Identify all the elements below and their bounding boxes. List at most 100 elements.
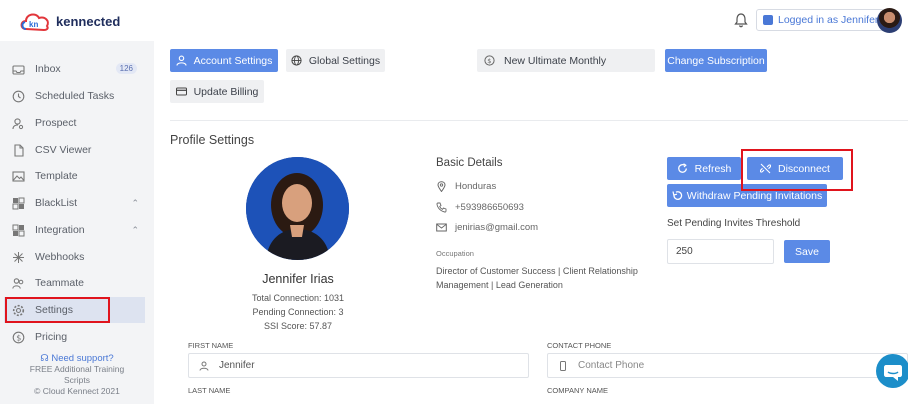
- change-subscription-button[interactable]: Change Subscription: [665, 49, 767, 72]
- sidebar-item-template[interactable]: Template: [4, 163, 145, 189]
- sidebar-item-csv-viewer[interactable]: CSV Viewer: [4, 137, 145, 163]
- global-settings-button[interactable]: Global Settings: [286, 49, 385, 72]
- phone-text: +593986650693: [455, 202, 524, 213]
- logged-in-button[interactable]: Logged in as Jennifer: [756, 9, 886, 31]
- kennected-logo[interactable]: kn kennected: [18, 9, 120, 33]
- sidebar-item-label: Inbox: [35, 63, 61, 75]
- sidebar-item-pricing[interactable]: $ Pricing: [4, 324, 145, 350]
- credit-card-icon: [175, 87, 187, 96]
- sidebar-item-label: Scheduled Tasks: [35, 90, 115, 102]
- chevron-up-icon: ⌃: [131, 198, 139, 208]
- occupation-label: Occupation: [436, 249, 474, 258]
- sidebar-item-label: BlackList: [35, 197, 78, 209]
- cloud-logo-icon: kn: [20, 13, 49, 32]
- blacklist-icon: [12, 197, 25, 209]
- profile-portrait-icon: [246, 157, 349, 260]
- need-support-link[interactable]: ☊ Need support?: [0, 353, 154, 364]
- sidebar-item-label: Pricing: [35, 331, 68, 343]
- sidebar-item-blacklist[interactable]: BlackList ⌃: [4, 190, 145, 216]
- support-block: ☊ Need support? FREE Additional Training…: [0, 353, 154, 397]
- sidebar-item-inbox[interactable]: Inbox 126: [4, 56, 145, 82]
- copyright: © Cloud Kennect 2021: [34, 386, 120, 396]
- svg-text:$: $: [16, 333, 21, 342]
- profile-name: Jennifer Irias: [262, 272, 334, 286]
- location-row: Honduras: [436, 181, 496, 192]
- refresh-button[interactable]: Refresh: [667, 157, 741, 180]
- sidebar: Inbox 126 Scheduled Tasks Prospect CSV V…: [0, 41, 154, 404]
- chevron-up-icon: ⌃: [131, 225, 139, 235]
- bell-icon[interactable]: [734, 12, 748, 28]
- account-settings-button[interactable]: Account Settings: [170, 49, 278, 72]
- layers-icon: [12, 224, 25, 236]
- email-text: jenirias@gmail.com: [455, 222, 539, 233]
- withdraw-label: Withdraw Pending Invitations: [686, 189, 823, 202]
- sidebar-item-teammate[interactable]: Teammate: [4, 270, 145, 296]
- sidebar-item-integration[interactable]: Integration ⌃: [4, 217, 145, 243]
- company-name-label: COMPANY NAME: [547, 386, 608, 395]
- save-label: Save: [795, 245, 819, 258]
- sidebar-item-scheduled-tasks[interactable]: Scheduled Tasks: [4, 83, 145, 109]
- phone-icon: [436, 202, 447, 213]
- basic-details-title: Basic Details: [436, 157, 503, 169]
- linkedin-icon: [763, 15, 773, 25]
- subscription-plan-field: $ New Ultimate Monthly: [477, 49, 655, 72]
- change-subscription-label: Change Subscription: [667, 54, 765, 67]
- envelope-icon: [436, 223, 447, 232]
- sidebar-item-prospect[interactable]: Prospect: [4, 110, 145, 136]
- coin-icon: $: [484, 55, 495, 66]
- file-icon: [14, 143, 24, 157]
- update-billing-label: Update Billing: [193, 85, 259, 98]
- contact-phone-placeholder: Contact Phone: [578, 360, 645, 371]
- contact-phone-field[interactable]: Contact Phone: [547, 353, 908, 378]
- contact-phone-label: CONTACT PHONE: [547, 341, 612, 350]
- first-name-field[interactable]: Jennifer: [188, 353, 529, 378]
- sidebar-item-label: Integration: [35, 224, 85, 236]
- occupation-text: Director of Customer Success | Client Re…: [436, 266, 638, 290]
- user-icon: [199, 361, 209, 371]
- image-icon: [12, 170, 25, 182]
- sidebar-item-label: Template: [35, 170, 78, 182]
- training-line-2[interactable]: Scripts: [0, 375, 154, 386]
- avatar[interactable]: [877, 8, 902, 33]
- sidebar-item-label: Webhooks: [35, 251, 85, 263]
- user-icon: [176, 55, 187, 66]
- location-text: Honduras: [455, 181, 497, 192]
- threshold-input[interactable]: 250: [667, 239, 774, 264]
- first-name-label: FIRST NAME: [188, 341, 234, 350]
- mobile-phone-icon: [560, 360, 566, 371]
- inbox-icon: [12, 64, 25, 75]
- sidebar-item-label: Prospect: [35, 117, 77, 129]
- total-connection: Total Connection: 1031: [251, 293, 345, 303]
- divider: [170, 120, 908, 121]
- threshold-label: Set Pending Invites Threshold: [667, 218, 801, 229]
- account-settings-label: Account Settings: [193, 54, 273, 67]
- user-search-icon: [12, 117, 24, 129]
- last-name-label: LAST NAME: [188, 386, 231, 395]
- sidebar-item-label: CSV Viewer: [35, 144, 92, 156]
- plan-label: New Ultimate Monthly: [504, 54, 607, 67]
- global-settings-label: Global Settings: [308, 54, 381, 67]
- clock-icon: [12, 90, 25, 102]
- refresh-label: Refresh: [694, 162, 732, 175]
- top-bar: kn kennected Logged in as Jennifer: [0, 0, 908, 41]
- refresh-icon: [677, 163, 687, 173]
- undo-icon: [672, 191, 683, 200]
- logged-in-label: Logged in as Jennifer: [778, 14, 879, 26]
- sidebar-item-label: Teammate: [35, 277, 85, 289]
- first-name-value: Jennifer: [219, 360, 255, 371]
- inbox-count-badge: 126: [115, 63, 137, 74]
- sidebar-item-webhooks[interactable]: Webhooks: [4, 244, 145, 270]
- headset-icon: ☊: [40, 353, 49, 364]
- brand-name: kennected: [56, 13, 121, 29]
- training-line-1[interactable]: FREE Additional Training: [0, 364, 154, 375]
- dollar-icon: $: [12, 331, 25, 343]
- pending-connection: Pending Connection: 3: [252, 307, 344, 317]
- email-row: jenirias@gmail.com: [436, 222, 538, 233]
- chat-widget-button[interactable]: [876, 354, 908, 388]
- disconnect-highlight-box: [741, 149, 853, 191]
- threshold-value: 250: [676, 246, 693, 257]
- save-button[interactable]: Save: [784, 240, 830, 263]
- update-billing-button[interactable]: Update Billing: [170, 80, 264, 103]
- ssi-score: SSI Score: 57.87: [263, 321, 333, 331]
- phone-row: +593986650693: [436, 202, 524, 213]
